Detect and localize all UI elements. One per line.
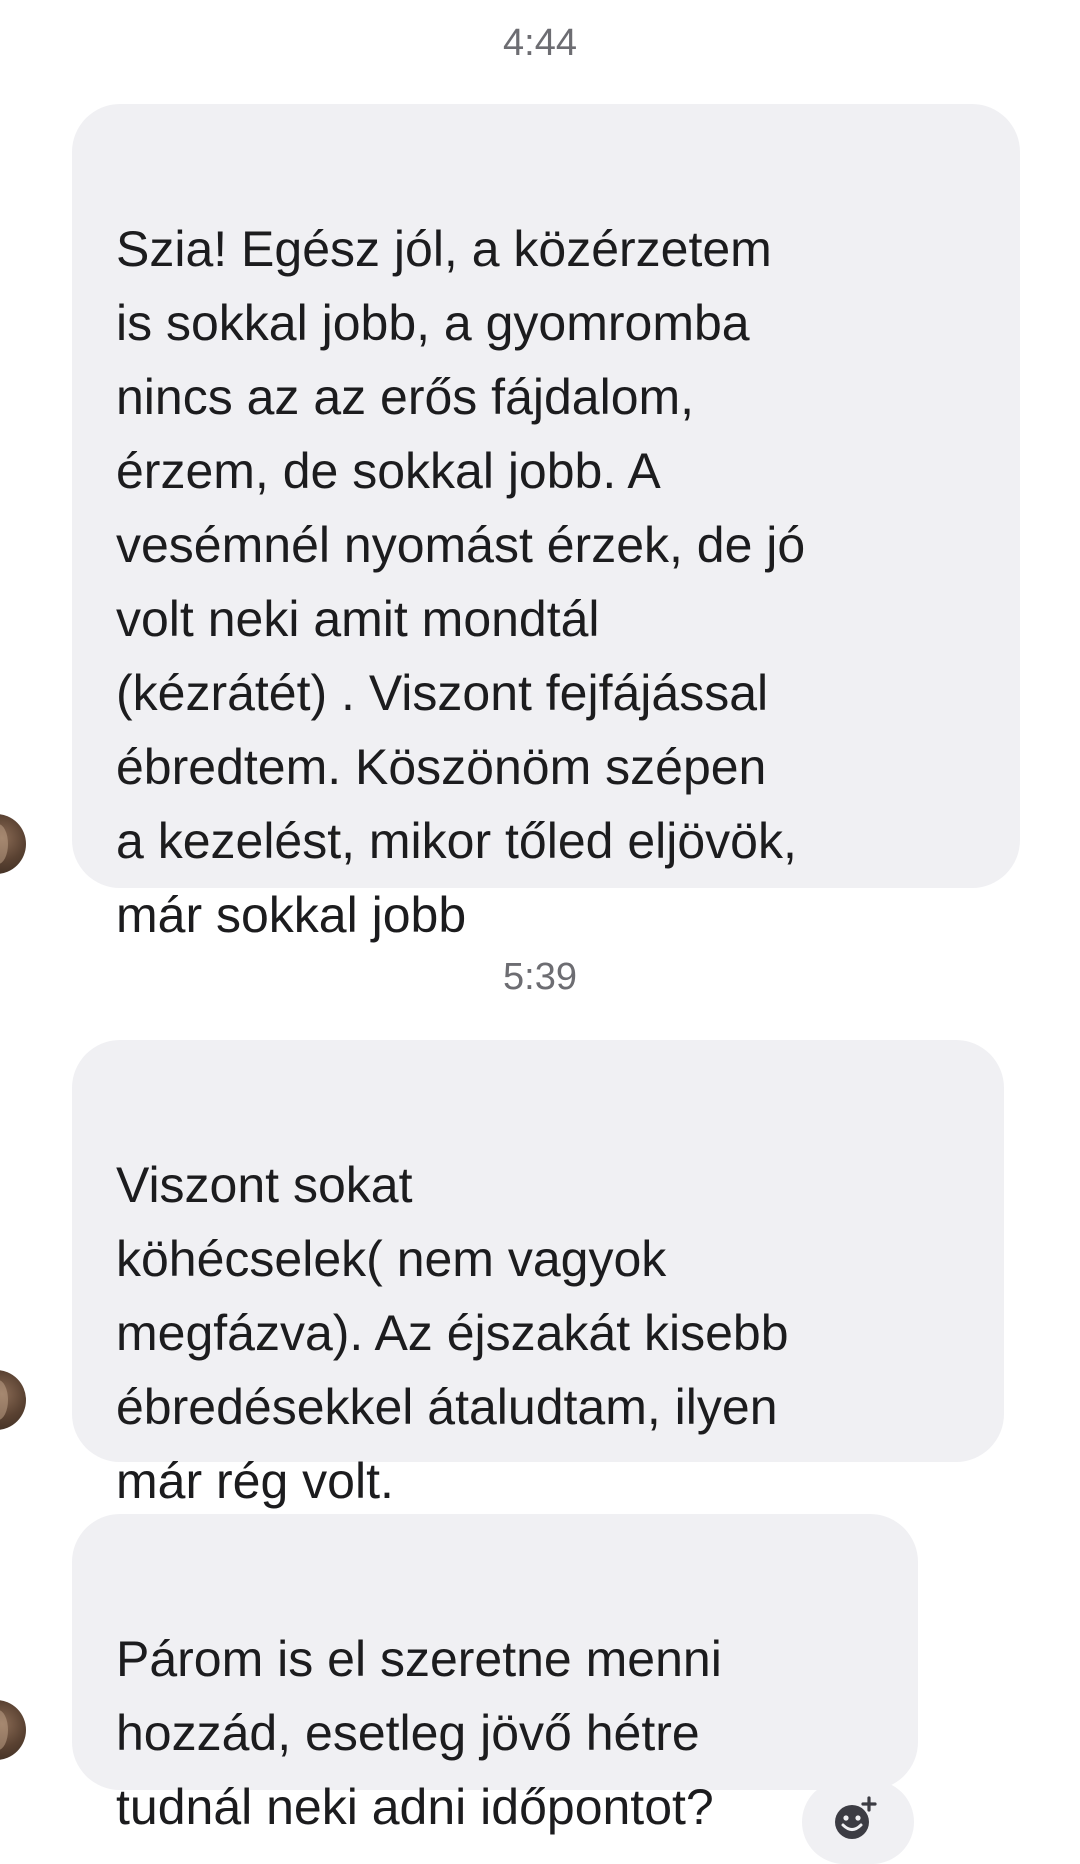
message-text-2: Viszont sokat köhécselek( nem vagyok meg… bbox=[116, 1157, 789, 1509]
sender-avatar[interactable] bbox=[0, 814, 26, 874]
add-reaction-button[interactable] bbox=[802, 1780, 914, 1864]
message-bubble-3[interactable]: Párom is el szeretne menni hozzád, esetl… bbox=[72, 1514, 918, 1835]
message-text-3: Párom is el szeretne menni hozzád, esetl… bbox=[116, 1631, 722, 1835]
sender-avatar[interactable] bbox=[0, 1700, 26, 1760]
add-reaction-icon bbox=[835, 1796, 877, 1839]
timestamp-2: 5:39 bbox=[503, 956, 577, 998]
timestamp-1: 4:44 bbox=[503, 22, 577, 64]
sender-avatar[interactable] bbox=[0, 1370, 26, 1430]
message-text-1: Szia! Egész jól, a közérzetem is sokkal … bbox=[116, 221, 806, 943]
message-bubble-2[interactable]: Viszont sokat köhécselek( nem vagyok meg… bbox=[72, 1040, 1004, 1509]
message-bubble-1[interactable]: Szia! Egész jól, a közérzetem is sokkal … bbox=[72, 104, 1020, 943]
